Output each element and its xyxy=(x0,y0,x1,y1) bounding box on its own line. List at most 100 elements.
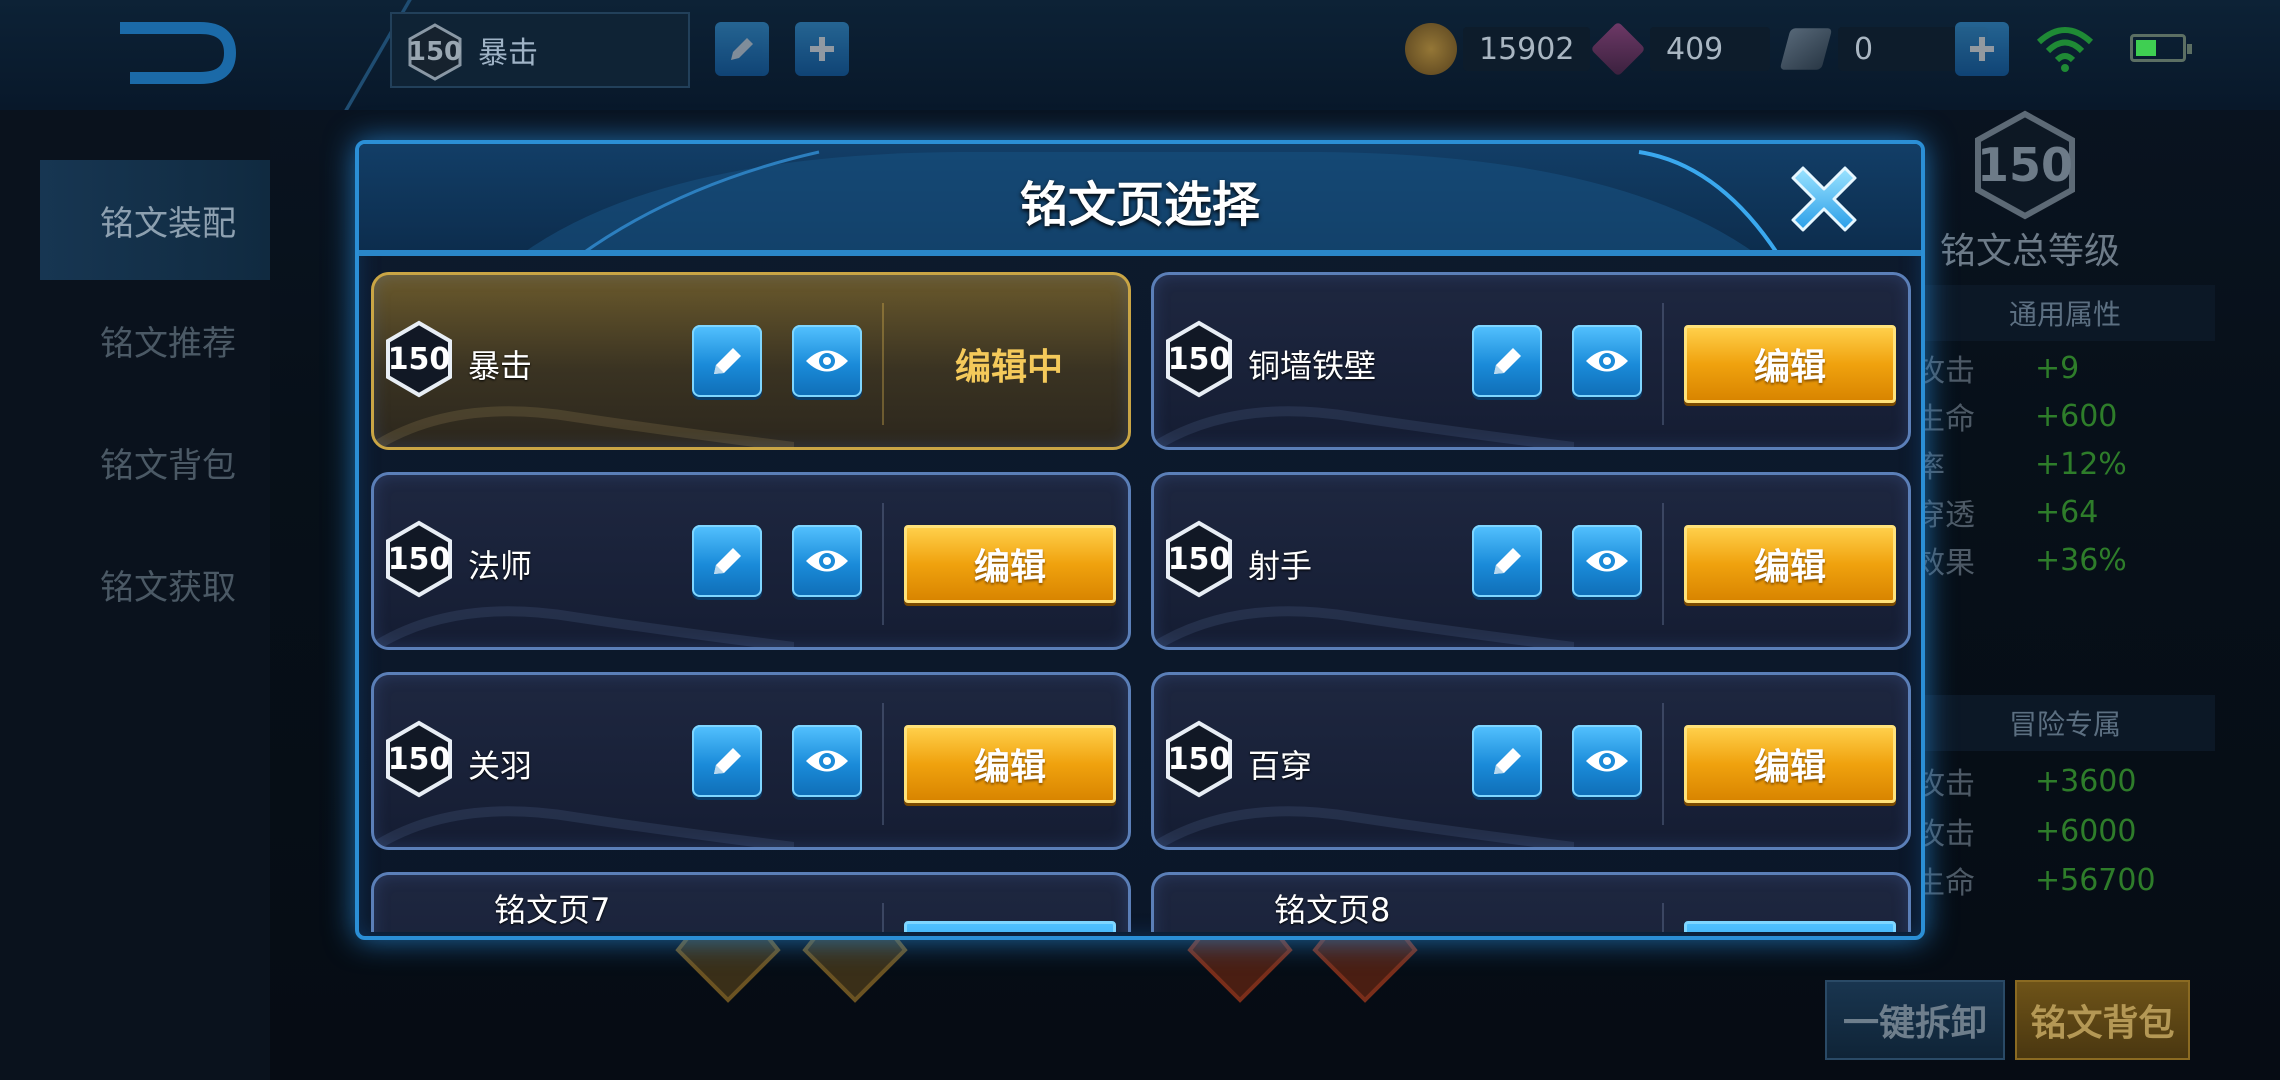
editing-status: 编辑中 xyxy=(954,347,1063,388)
preview-button[interactable] xyxy=(792,325,862,397)
rune-page-icon xyxy=(1190,919,1230,932)
sidebar-item-rune-obtain[interactable]: 铭文获取 xyxy=(40,524,270,644)
card-divider xyxy=(1662,903,1664,932)
stat-row: 率 +12% xyxy=(1915,446,2127,486)
rename-button[interactable] xyxy=(1472,725,1542,797)
rename-page-button[interactable] xyxy=(715,22,769,76)
sidebar-item-rune-equip[interactable]: 铭文装配 xyxy=(40,160,270,280)
preview-button[interactable] xyxy=(792,525,862,597)
card-divider xyxy=(882,703,884,825)
edit-button[interactable]: 编辑 xyxy=(1684,325,1896,403)
adventure-attributes-header: 冒险专属 xyxy=(1915,695,2215,751)
back-arrow-icon[interactable] xyxy=(110,18,240,88)
page-name: 关羽 xyxy=(468,747,533,785)
dialog-title: 铭文页选择 xyxy=(1019,177,1260,233)
rune-bag-button[interactable]: 铭文背包 xyxy=(2015,980,2190,1060)
page-level: 150 xyxy=(387,541,451,577)
topbar-divider xyxy=(238,0,412,110)
diamond-icon xyxy=(1590,21,1646,77)
edit-button[interactable]: 编辑 xyxy=(904,525,1116,603)
gold-currency: 15902 xyxy=(1405,20,1591,78)
stat-row: 攻击 +6000 xyxy=(1915,813,2137,853)
gold-coin-icon xyxy=(1405,23,1457,75)
page-level: 150 xyxy=(1167,541,1231,577)
page-name: 百穿 xyxy=(1248,747,1313,785)
pencil-icon xyxy=(1494,748,1521,774)
rune-page-select-dialog: 铭文页选择 150 暴击 编辑中 150 铜墙铁壁 编辑 150 法师 编辑 1… xyxy=(355,140,1925,940)
unequip-all-button[interactable]: 一键拆卸 xyxy=(1825,980,2005,1060)
stat-row: 生命 +600 xyxy=(1915,398,2118,438)
wifi-icon xyxy=(2036,27,2094,72)
preview-button[interactable] xyxy=(792,725,862,797)
pencil-icon xyxy=(714,348,741,374)
stat-row: 穿透 +64 xyxy=(1915,494,2099,534)
pencil-icon xyxy=(714,548,741,574)
pencil-icon xyxy=(731,38,753,60)
page-name: 射手 xyxy=(1248,547,1313,585)
preview-button[interactable] xyxy=(1572,725,1642,797)
edit-button[interactable]: 编辑 xyxy=(904,725,1116,803)
stat-row: 效果 +36% xyxy=(1915,542,2127,582)
stat-row: 攻击 +3600 xyxy=(1915,763,2137,803)
eye-icon xyxy=(1586,750,1628,772)
top-bar: 150 暴击 15902 409 0 xyxy=(0,0,2280,110)
dialog-header: 铭文页选择 xyxy=(359,144,1921,256)
current-page-name: 暴击 xyxy=(478,36,538,71)
edit-button[interactable] xyxy=(904,921,1116,932)
rename-button[interactable] xyxy=(1472,325,1542,397)
page-name: 铜墙铁壁 xyxy=(1248,347,1377,385)
card-divider xyxy=(1662,503,1664,625)
rune-page-grid: 150 暴击 编辑中 150 铜墙铁壁 编辑 150 法师 编辑 150 射手 … xyxy=(371,272,1911,932)
plus-icon xyxy=(810,37,834,61)
card-divider xyxy=(1662,703,1664,825)
rename-button[interactable] xyxy=(692,325,762,397)
rune-page-card[interactable]: 铭文页8 xyxy=(1151,872,1911,932)
eye-icon xyxy=(806,550,848,572)
eye-icon xyxy=(806,350,848,372)
card-divider xyxy=(1662,303,1664,425)
battery-icon xyxy=(2130,34,2192,62)
pencil-icon xyxy=(714,748,741,774)
add-page-button[interactable] xyxy=(795,22,849,76)
rune-page-card[interactable]: 铭文页7 xyxy=(371,872,1131,932)
total-level-label: 铭文总等级 xyxy=(1939,231,2120,272)
edit-button[interactable]: 编辑 xyxy=(1684,725,1896,803)
current-page-level: 150 xyxy=(407,37,463,67)
page-level: 150 xyxy=(387,341,451,377)
stat-row: 生命 +56700 xyxy=(1915,862,2156,902)
page-name: 暴击 xyxy=(468,347,533,385)
gold-amount: 15902 xyxy=(1463,27,1591,71)
rune-page-card[interactable]: 150 法师 编辑 xyxy=(371,472,1131,650)
sidebar-item-rune-bag[interactable]: 铭文背包 xyxy=(40,402,270,522)
voucher-icon xyxy=(1779,28,1833,70)
diamond-amount: 409 xyxy=(1650,27,1770,71)
rename-button[interactable] xyxy=(692,725,762,797)
total-level-value: 150 xyxy=(1976,138,2074,192)
eye-icon xyxy=(1586,350,1628,372)
page-level: 150 xyxy=(1167,341,1231,377)
rune-page-card[interactable]: 150 射手 编辑 xyxy=(1151,472,1911,650)
card-divider xyxy=(882,303,884,425)
preview-button[interactable] xyxy=(1572,525,1642,597)
card-divider xyxy=(882,503,884,625)
card-divider xyxy=(882,903,884,932)
close-icon[interactable] xyxy=(1779,154,1869,244)
edit-button[interactable]: 编辑 xyxy=(1684,525,1896,603)
eye-icon xyxy=(1586,550,1628,572)
rune-page-card[interactable]: 150 暴击 编辑中 xyxy=(371,272,1131,450)
sidebar-item-rune-recommend[interactable]: 铭文推荐 xyxy=(40,280,270,400)
rename-button[interactable] xyxy=(1472,525,1542,597)
recharge-button[interactable] xyxy=(1955,22,2009,76)
pencil-icon xyxy=(1494,348,1521,374)
edit-button[interactable] xyxy=(1684,921,1896,932)
rune-stats-panel: 150 铭文总等级 通用属性 攻击 +9 生命 +600 率 +12% 穿透 +64 效… xyxy=(1915,100,2280,1000)
pencil-icon xyxy=(1494,548,1521,574)
rune-page-card[interactable]: 150 铜墙铁壁 编辑 xyxy=(1151,272,1911,450)
preview-button[interactable] xyxy=(1572,325,1642,397)
current-rune-page[interactable]: 150 暴击 xyxy=(390,12,690,88)
plus-icon xyxy=(1970,37,1994,61)
rune-page-card[interactable]: 150 关羽 编辑 xyxy=(371,672,1131,850)
page-level: 150 xyxy=(1167,741,1231,777)
rune-page-card[interactable]: 150 百穿 编辑 xyxy=(1151,672,1911,850)
rename-button[interactable] xyxy=(692,525,762,597)
